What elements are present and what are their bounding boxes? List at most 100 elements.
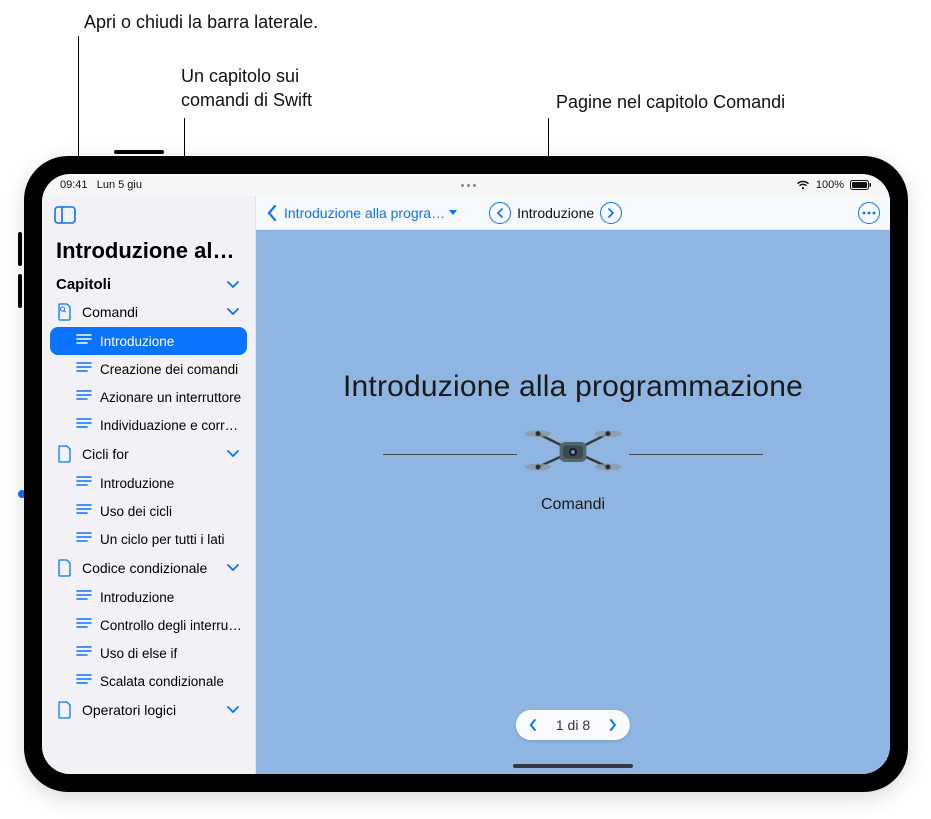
chapter-label: Comandi [82,304,138,320]
page-lines-icon [76,417,92,433]
chevron-down-icon [225,304,241,320]
sidebar-page[interactable]: Scalata condizionale [42,667,255,695]
app-root: Introduzione al… Capitoli Comandi [42,196,890,774]
ipad-volume-down [18,274,22,308]
callout-pages: Pagine nel capitolo Comandi [556,90,785,114]
ellipsis-circle-icon [862,211,876,215]
pager-next[interactable] [604,718,622,732]
pager-label: 1 di 8 [556,717,590,733]
page-label: Uso di else if [100,646,177,661]
triangle-down-icon [449,210,457,215]
page-lines-icon [76,617,92,633]
page-label: Azionare un interruttore [100,390,241,405]
page-label: Individuazione e correzi… [100,418,245,433]
chevron-down-icon [225,277,241,293]
sidebar-chapter-cicli-for[interactable]: Cicli for [42,439,255,469]
multitask-dots[interactable] [461,184,476,187]
sidebar-page[interactable]: Introduzione [42,469,255,497]
page-lines-icon [76,389,92,405]
nav-next-circle[interactable] [600,202,622,224]
nav-prev-circle[interactable] [489,202,511,224]
callout-chapter: Un capitolo suicomandi di Swift [181,64,312,113]
sidebar-chapter-comandi[interactable]: Comandi [42,297,255,327]
sidebar-page[interactable]: Un ciclo per tutti i lati [42,525,255,553]
nav-more-button[interactable] [858,202,880,224]
chevron-down-icon [225,702,241,718]
content-navbar: Introduzione alla progra… Introduzione [256,196,890,230]
chevron-left-icon [496,208,504,218]
chevron-right-icon [607,208,615,218]
hero-subtitle: Comandi [541,496,605,514]
drone-illustration [523,422,623,480]
status-bar: 09:41 Lun 5 giu 100% [42,174,890,196]
sidebar-page[interactable]: Controllo degli interruttori [42,611,255,639]
page-label: Introduzione [100,590,174,605]
sidebar-chapter-operatori-logici[interactable]: Operatori logici [42,695,255,725]
ipad-screen: 09:41 Lun 5 giu 100% [42,174,890,774]
hero-divider [383,428,763,480]
status-right: 100% [796,179,872,191]
wifi-icon [796,180,810,190]
ipad-volume-up [18,232,22,266]
chevron-down-icon [225,560,241,576]
page-label: Creazione dei comandi [100,362,238,377]
ipad-frame: 09:41 Lun 5 giu 100% [24,156,908,792]
chapter-label: Cicli for [82,446,129,462]
sidebar-section-chapters[interactable]: Capitoli [42,270,255,297]
sidebar-icon [54,206,76,224]
back-chevron-icon [266,204,278,222]
chapter-label: Codice condizionale [82,560,207,576]
hero: Introduzione alla programmazione [256,230,890,774]
sidebar-chapter-codice-condizionale[interactable]: Codice condizionale [42,553,255,583]
ipad-power-button [114,150,164,154]
page-label: Controllo degli interruttori [100,618,245,633]
sidebar-page[interactable]: Uso di else if [42,639,255,667]
page-label: Scalata condizionale [100,674,224,689]
sidebar-section-label: Capitoli [56,276,111,293]
callout-chapter-line: Un capitolo sui [181,64,312,88]
status-left: 09:41 Lun 5 giu [60,179,142,191]
sidebar-page-creazione-comandi[interactable]: Creazione dei comandi [42,355,255,383]
page-lines-icon [76,589,92,605]
callout-chapter-line: comandi di Swift [181,88,312,112]
home-indicator[interactable] [513,764,633,768]
page-lines-icon [76,531,92,547]
page-lines-icon [76,645,92,661]
page-indicator: 1 di 8 [516,710,630,740]
callout-sidebar-toggle: Apri o chiudi la barra laterale. [84,10,318,34]
nav-breadcrumb[interactable]: Introduzione alla progra… [284,205,457,221]
sidebar: Introduzione al… Capitoli Comandi [42,196,256,774]
page-lines-icon [76,333,92,349]
sidebar-page-introduzione[interactable]: Introduzione [50,327,247,355]
pager-prev[interactable] [524,718,542,732]
doc-icon [56,303,74,321]
page-label: Introduzione [100,334,174,349]
chevron-left-icon [528,718,538,732]
sidebar-title: Introduzione al… [42,238,255,270]
doc-icon [56,701,74,719]
doc-icon [56,559,74,577]
chapter-label: Operatori logici [82,702,176,718]
battery-icon [850,180,872,190]
sidebar-page[interactable]: Uso dei cicli [42,497,255,525]
status-date: Lun 5 giu [97,179,142,191]
status-time: 09:41 [60,179,88,191]
sidebar-toggle-button[interactable] [48,198,82,232]
sidebar-page[interactable]: Introduzione [42,583,255,611]
page-lines-icon [76,475,92,491]
page-lines-icon [76,673,92,689]
page-lines-icon [76,503,92,519]
nav-back-button[interactable] [266,204,278,222]
breadcrumb-label: Introduzione alla progra… [284,205,445,221]
battery-percent: 100% [816,179,844,191]
page-label: Uso dei cicli [100,504,172,519]
doc-icon [56,445,74,463]
page-lines-icon [76,361,92,377]
sidebar-page-azionare-interruttore[interactable]: Azionare un interruttore [42,383,255,411]
page-label: Un ciclo per tutti i lati [100,532,225,547]
chevron-down-icon [225,446,241,462]
page-label: Introduzione [100,476,174,491]
content-area: Introduzione alla progra… Introduzione [256,196,890,774]
sidebar-page-individuazione[interactable]: Individuazione e correzi… [42,411,255,439]
nav-page-title: Introduzione [517,205,594,221]
